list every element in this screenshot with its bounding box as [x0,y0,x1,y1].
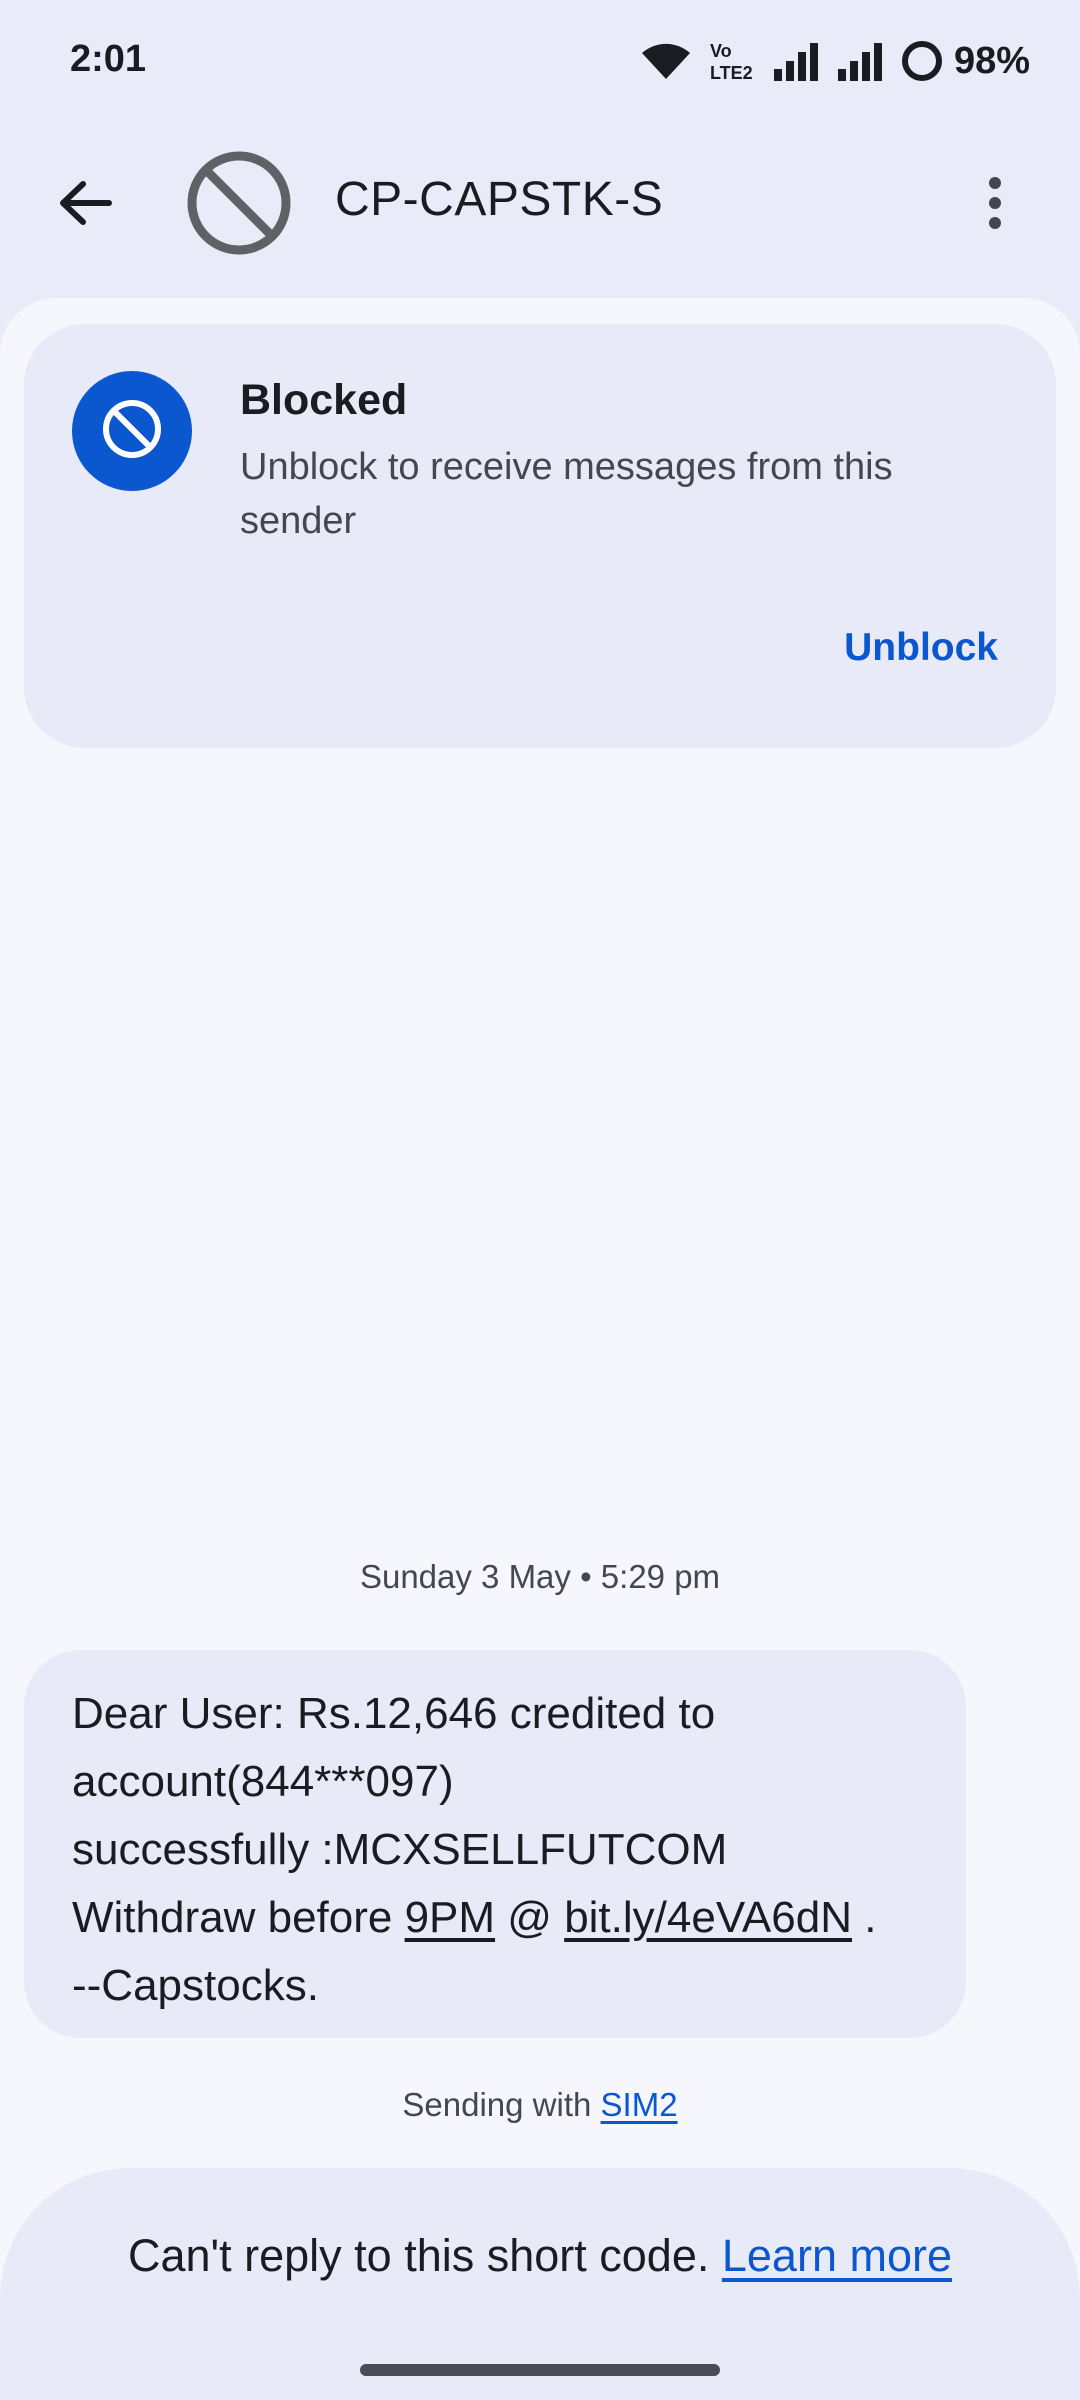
more-vert-icon [985,175,1005,236]
contact-name[interactable]: CP-CAPSTK-S [335,172,663,227]
blocked-title: Blocked [240,376,408,424]
battery-percentage: 98% [953,39,1030,82]
home-indicator[interactable] [360,2364,720,2376]
status-icons: Vo LTE2 98% [638,36,1030,86]
wifi-icon [638,41,694,81]
learn-more-link[interactable]: Learn more [722,2230,952,2281]
blocked-banner: Blocked Unblock to receive messages from… [24,324,1056,748]
svg-text:LTE2: LTE2 [710,63,753,83]
status-time: 2:01 [70,38,147,80]
message-line: successfully :MCXSELLFUTCOM [72,1825,728,1874]
message-bubble[interactable]: Dear User: Rs.12,646 credited to account… [24,1650,966,2038]
volte-icon: Vo LTE2 [708,39,758,83]
unblock-button[interactable]: Unblock [844,626,998,670]
signal-sim2-icon [836,41,886,81]
status-bar: 2:01 Vo LTE2 98% [0,0,1080,120]
message-text-fragment: . [851,1893,877,1942]
signal-sim1-icon [772,41,822,81]
sim-info: Sending with SIM2 [0,2086,1080,2124]
message-line: Withdraw before 9PM @ bit.ly/4eVA6dN . [72,1884,918,1952]
blocked-description: Unblock to receive messages from this se… [240,446,893,542]
message-text-fragment: Withdraw before [72,1893,405,1942]
message-text-fragment: @ [495,1893,565,1942]
message-line: --Capstocks. [72,1961,319,2010]
message-timestamp: Sunday 3 May • 5:29 pm [359,1558,721,1595]
blocked-icon [100,397,164,466]
sim-prefix: Sending with [402,2086,601,2123]
message-line: account(844***097) [72,1757,454,1806]
message-text: Dear User: Rs.12,646 credited to account… [72,1680,918,2020]
blocked-badge [72,371,192,491]
arrow-back-icon [57,178,113,233]
blocked-icon [186,150,292,256]
battery-icon [900,39,944,83]
notice-text: Can't reply to this short code. [127,2230,710,2281]
svg-text:Vo: Vo [710,41,732,61]
sim-selector-link[interactable]: SIM2 [601,2086,678,2123]
time-link[interactable]: 9PM [405,1893,495,1942]
reply-disabled-text: Can't reply to this short code. Learn mo… [0,2230,1080,2282]
message-line: Dear User: Rs.12,646 credited to [72,1689,716,1738]
back-button[interactable] [40,165,130,245]
url-link[interactable]: bit.ly/4eVA6dN [564,1893,852,1942]
top-app-bar: CP-CAPSTK-S [0,130,1080,275]
more-options-button[interactable] [960,160,1030,250]
